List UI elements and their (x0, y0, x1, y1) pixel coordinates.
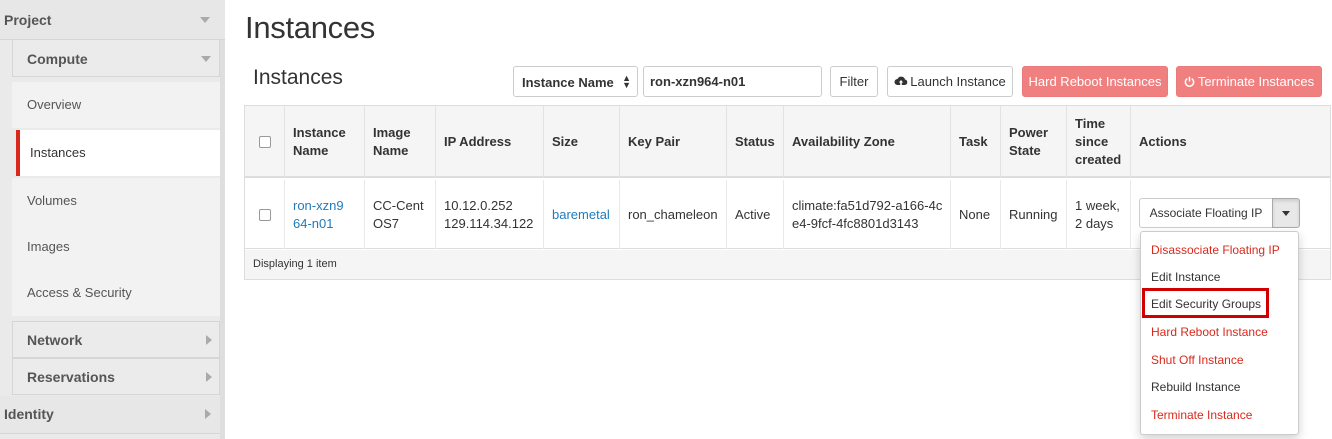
cell-ip-address: 10.12.0.252 129.114.34.122 (436, 180, 544, 249)
column-header: Actions (1139, 134, 1187, 149)
associate-floating-ip-label: Associate Floating IP (1149, 206, 1263, 220)
sidebar-item-label: Access & Security (27, 285, 132, 300)
cloud-upload-icon (894, 76, 908, 85)
page-title: Instances (245, 10, 375, 45)
column-header[interactable]: Power State (1001, 106, 1067, 178)
sidebar-item-images[interactable]: Images (12, 224, 220, 270)
table-header: Instance Name Image Name IP Address Size… (245, 106, 1330, 178)
sidebar-item-volumes[interactable]: Volumes (12, 178, 220, 224)
sidebar-item-label: Overview (27, 97, 82, 112)
size-link[interactable]: baremetal (552, 206, 610, 224)
cell-power-state: Running (1001, 180, 1067, 249)
menu-item-rebuild-instance[interactable]: Rebuild Instance (1151, 380, 1240, 394)
chevron-down-icon (200, 17, 210, 23)
actions-dropdown-toggle[interactable] (1272, 198, 1300, 228)
column-header[interactable]: IP Address (436, 106, 544, 178)
cell-size: baremetal (544, 180, 620, 249)
chevron-right-icon (206, 372, 212, 382)
sidebar-section-project-label: Project (4, 12, 52, 28)
cell-image-name: CC-CentOS7 (365, 180, 436, 249)
chevron-right-icon (206, 335, 212, 345)
cell-task: None (951, 180, 1001, 249)
filter-field-select[interactable]: Instance Name ▲ ▼ (513, 66, 638, 97)
menu-item-shut-off-instance[interactable]: Shut Off Instance (1151, 353, 1244, 367)
sidebar-item-overview[interactable]: Overview (12, 82, 220, 128)
row-select-cell (245, 180, 285, 249)
section-title: Instances (253, 66, 343, 89)
select-all-cell (245, 106, 285, 178)
item-count: Displaying 1 item (253, 258, 337, 270)
sidebar-panel-compute[interactable]: Compute (12, 39, 220, 77)
menu-item-terminate-instance[interactable]: Terminate Instance (1151, 408, 1252, 422)
row-checkbox[interactable] (259, 208, 271, 221)
sidebar-item-label: Images (27, 239, 70, 254)
launch-instance-label: Launch Instance (910, 74, 1006, 89)
sidebar-item-label: Instances (30, 145, 86, 160)
search-input[interactable] (643, 66, 822, 97)
terminate-instances-label: Terminate Instances (1197, 74, 1315, 89)
sidebar-item-access-security[interactable]: Access & Security (12, 270, 220, 316)
cell-key-pair: ron_chameleon (620, 180, 727, 249)
sidebar-panel-network-label: Network (27, 332, 83, 348)
sidebar-panel-network[interactable]: Network (12, 321, 220, 358)
select-arrows-icon: ▲ ▼ (622, 73, 631, 90)
power-icon (1184, 76, 1195, 87)
column-header[interactable]: Time since created (1067, 106, 1131, 178)
select-all-checkbox[interactable] (259, 136, 271, 148)
column-header[interactable]: Instance Name (285, 106, 365, 178)
column-header[interactable]: Status (727, 106, 784, 178)
menu-item-disassociate-floating-ip[interactable]: Disassociate Floating IP (1151, 243, 1280, 257)
column-header[interactable]: Task (951, 106, 1001, 178)
column-header[interactable]: Image Name (365, 106, 436, 178)
actions-dropdown-menu: Disassociate Floating IP Edit Instance E… (1140, 231, 1299, 435)
sidebar-panel-reservations-label: Reservations (27, 369, 115, 385)
cell-time-since-created: 1 week, 2 days (1067, 180, 1131, 249)
chevron-down-icon (201, 56, 211, 62)
sidebar-section-identity-label: Identity (4, 406, 54, 422)
hard-reboot-instances-label: Hard Reboot Instances (1028, 74, 1162, 89)
filter-button[interactable]: Filter (830, 66, 878, 97)
sidebar-panel-compute-label: Compute (27, 51, 88, 67)
cell-instance-name: ron-xzn964-n01 (285, 180, 365, 249)
column-header[interactable]: Availability Zone (784, 106, 951, 178)
sidebar-scrollbar[interactable] (220, 40, 225, 439)
filter-field-value: Instance Name (522, 75, 614, 90)
sidebar-item-instances[interactable]: Instances (16, 130, 226, 176)
chevron-right-icon (205, 409, 211, 419)
sidebar-section-project[interactable]: Project (0, 0, 225, 40)
column-header[interactable]: Size (544, 106, 620, 178)
terminate-instances-button[interactable]: Terminate Instances (1176, 66, 1322, 97)
sidebar-panel-reservations[interactable]: Reservations (12, 358, 220, 395)
instance-name-link[interactable]: ron-xzn964-n01 (293, 197, 345, 233)
cell-status: Active (727, 180, 784, 249)
sidebar-nav: Project Compute Overview Instances Volum… (0, 0, 226, 439)
menu-item-edit-instance[interactable]: Edit Instance (1151, 270, 1220, 284)
hard-reboot-instances-button[interactable]: Hard Reboot Instances (1022, 66, 1168, 97)
menu-item-hard-reboot-instance[interactable]: Hard Reboot Instance (1151, 325, 1268, 339)
associate-floating-ip-button[interactable]: Associate Floating IP (1139, 198, 1273, 228)
cell-availability-zone: climate:fa51d792-a166-4ce4-9fcf-4fc8801d… (784, 180, 951, 249)
launch-instance-button[interactable]: Launch Instance (887, 66, 1013, 97)
highlight-box (1142, 288, 1269, 318)
sidebar-item-label: Volumes (27, 193, 77, 208)
filter-button-label: Filter (839, 74, 869, 89)
sidebar-section-identity[interactable]: Identity (0, 396, 225, 434)
column-header[interactable]: Key Pair (620, 106, 727, 178)
chevron-down-icon (1282, 211, 1290, 216)
